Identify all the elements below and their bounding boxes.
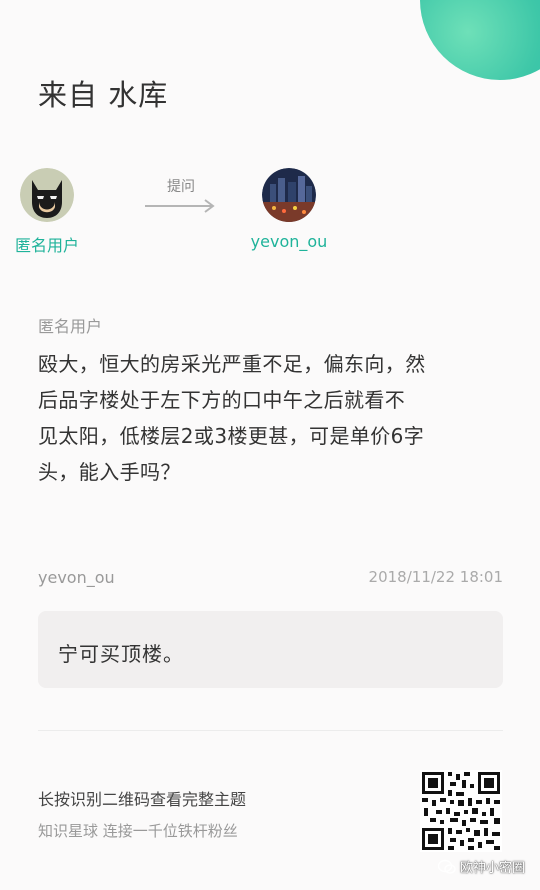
answer-box: 宁可买顶楼。	[38, 611, 503, 688]
asker-name[interactable]: 匿名用户	[0, 232, 102, 256]
topic-card: 来自 水库 匿名用户 提问 yevon_ou 匿名用户 殴大，恒大的房采光严重不…	[0, 0, 540, 890]
answer-author[interactable]: yevon_ou	[38, 568, 115, 587]
answer-text: 宁可买顶楼。	[58, 642, 184, 666]
answer-timestamp: 2018/11/22 18:01	[368, 568, 503, 586]
ask-direction: 提问	[145, 176, 217, 220]
question-text: 殴大，恒大的房采光严重不足，偏东向，然 后品字楼处于左下方的口中午之后就看不 见…	[38, 346, 503, 490]
question-line: 见太阳，低楼层2或3楼更甚，可是单价6字	[38, 424, 425, 448]
page-title: 来自 水库	[38, 78, 169, 112]
answerer-avatar[interactable]	[262, 168, 316, 222]
asker[interactable]: 匿名用户	[0, 168, 102, 256]
question-line: 殴大，恒大的房采光严重不足，偏东向，然	[38, 352, 426, 376]
arrow-right-icon	[145, 199, 215, 213]
question-line: 头，能入手吗？	[38, 460, 181, 484]
wechat-icon	[438, 859, 456, 874]
qr-code[interactable]	[420, 770, 502, 852]
asker-avatar[interactable]	[20, 168, 74, 222]
qr-code-icon	[420, 770, 502, 852]
corner-decoration	[420, 0, 540, 80]
batman-mask-icon	[20, 168, 74, 222]
answerer-name[interactable]: yevon_ou	[234, 232, 344, 251]
answerer[interactable]: yevon_ou	[234, 168, 344, 251]
watermark-text: 欧神小密圈	[460, 861, 526, 876]
divider	[38, 730, 503, 731]
ask-label: 提问	[167, 179, 195, 195]
footer-tagline: 知识星球 连接一千位铁杆粉丝	[38, 822, 238, 840]
watermark: 欧神小密圈	[438, 857, 525, 876]
question-line: 后品字楼处于左下方的口中午之后就看不	[38, 388, 406, 412]
night-city-photo	[262, 168, 316, 222]
question-author: 匿名用户	[38, 317, 103, 336]
footer-instruction: 长按识别二维码查看完整主题	[38, 790, 247, 809]
